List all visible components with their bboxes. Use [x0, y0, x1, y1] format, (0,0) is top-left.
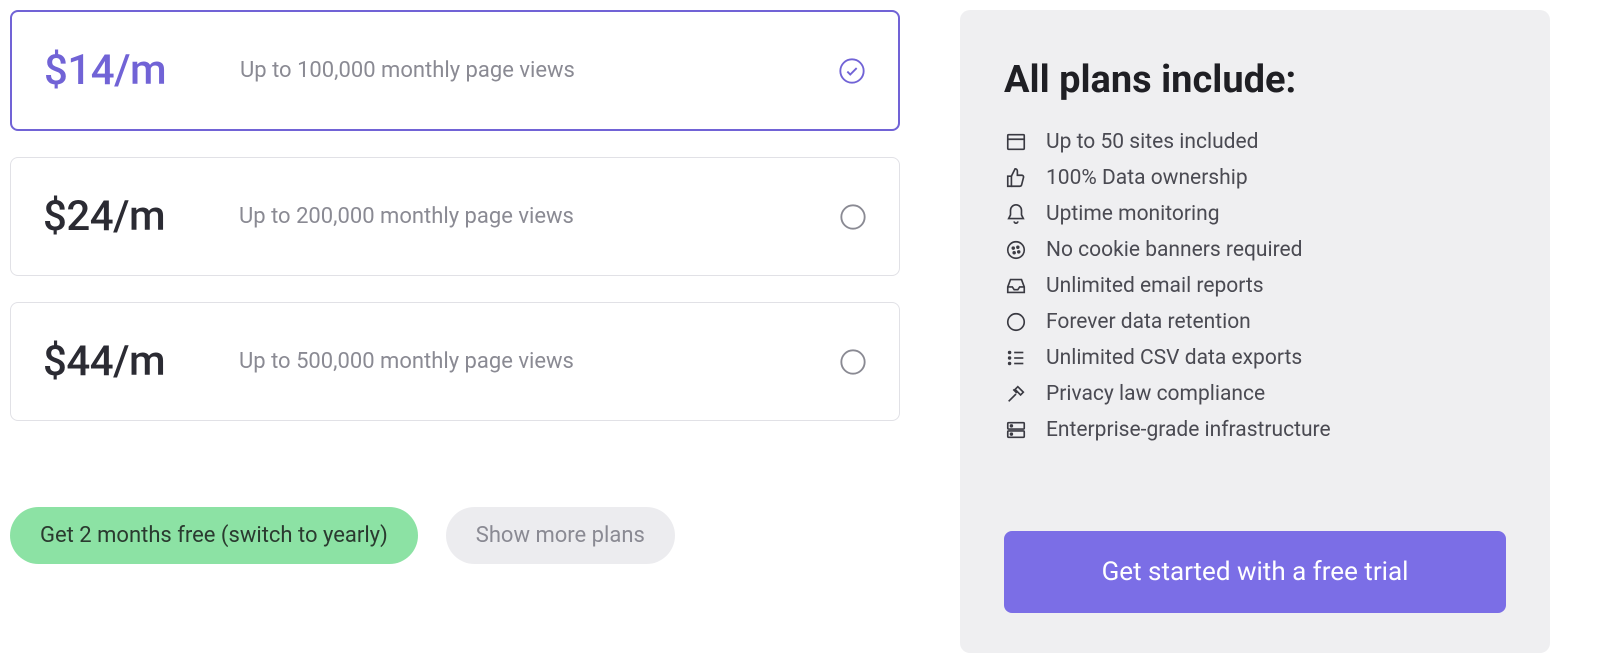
- plan-actions-row: Get 2 months free (switch to yearly) Sho…: [10, 507, 900, 564]
- plan-price: $44/m: [43, 337, 223, 386]
- features-title: All plans include:: [1004, 58, 1506, 102]
- server-icon: [1004, 418, 1028, 442]
- list-icon: [1004, 346, 1028, 370]
- gavel-icon: [1004, 382, 1028, 406]
- check-circle-icon: [838, 57, 866, 85]
- feature-label: No cookie banners required: [1046, 238, 1303, 262]
- feature-label: Privacy law compliance: [1046, 382, 1265, 406]
- feature-item: Uptime monitoring: [1004, 202, 1506, 226]
- feature-item: Privacy law compliance: [1004, 382, 1506, 406]
- feature-label: Enterprise-grade infrastructure: [1046, 418, 1331, 442]
- plan-price: $24/m: [43, 192, 223, 241]
- feature-item: Unlimited email reports: [1004, 274, 1506, 298]
- features-panel: All plans include: Up to 50 sites includ…: [960, 10, 1550, 653]
- show-more-plans-button[interactable]: Show more plans: [446, 507, 675, 564]
- feature-list: Up to 50 sites included 100% Data owners…: [1004, 130, 1506, 442]
- pricing-plans-column: $14/m Up to 100,000 monthly page views $…: [10, 10, 900, 653]
- plan-description: Up to 500,000 monthly page views: [239, 349, 839, 374]
- radio-unchecked-icon: [839, 203, 867, 231]
- feature-item: Unlimited CSV data exports: [1004, 346, 1506, 370]
- plan-option-2[interactable]: $44/m Up to 500,000 monthly page views: [10, 302, 900, 421]
- plan-price: $14/m: [44, 46, 224, 95]
- radio-unchecked-icon: [839, 348, 867, 376]
- feature-label: Uptime monitoring: [1046, 202, 1220, 226]
- plan-description: Up to 100,000 monthly page views: [240, 58, 838, 83]
- feature-label: Forever data retention: [1046, 310, 1251, 334]
- window-icon: [1004, 130, 1028, 154]
- feature-item: Forever data retention: [1004, 310, 1506, 334]
- feature-label: Unlimited email reports: [1046, 274, 1264, 298]
- feature-label: Up to 50 sites included: [1046, 130, 1258, 154]
- cookie-icon: [1004, 238, 1028, 262]
- thumbs-up-icon: [1004, 166, 1028, 190]
- inbox-icon: [1004, 274, 1028, 298]
- bell-icon: [1004, 202, 1028, 226]
- feature-item: No cookie banners required: [1004, 238, 1506, 262]
- feature-label: 100% Data ownership: [1046, 166, 1248, 190]
- switch-to-yearly-button[interactable]: Get 2 months free (switch to yearly): [10, 507, 418, 564]
- feature-item: Up to 50 sites included: [1004, 130, 1506, 154]
- circle-icon: [1004, 310, 1028, 334]
- free-trial-cta-button[interactable]: Get started with a free trial: [1004, 531, 1506, 613]
- plan-option-0[interactable]: $14/m Up to 100,000 monthly page views: [10, 10, 900, 131]
- feature-item: Enterprise-grade infrastructure: [1004, 418, 1506, 442]
- plan-description: Up to 200,000 monthly page views: [239, 204, 839, 229]
- feature-item: 100% Data ownership: [1004, 166, 1506, 190]
- plan-option-1[interactable]: $24/m Up to 200,000 monthly page views: [10, 157, 900, 276]
- feature-label: Unlimited CSV data exports: [1046, 346, 1302, 370]
